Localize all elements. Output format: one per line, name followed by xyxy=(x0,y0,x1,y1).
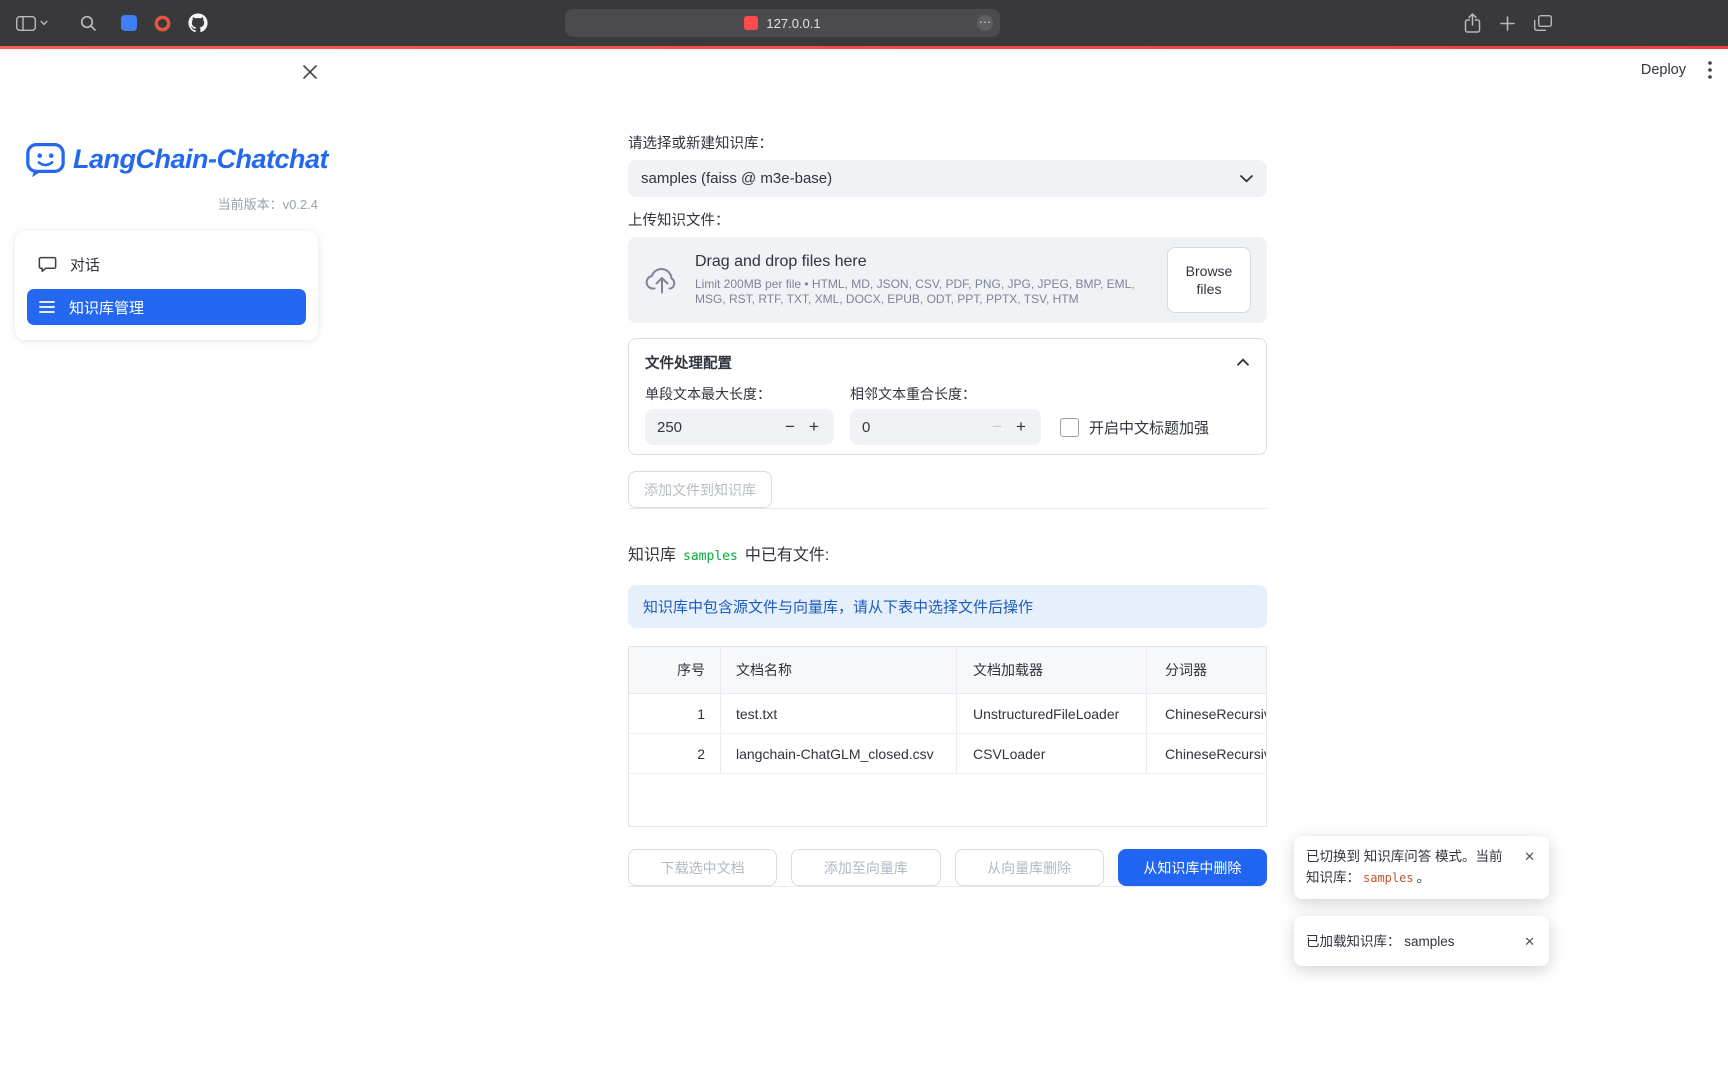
add-to-vector-store-button[interactable]: 添加至向量库 xyxy=(791,849,940,886)
close-sidebar-icon[interactable] xyxy=(300,62,320,82)
checkbox-label: 开启中文标题加强 xyxy=(1089,417,1209,438)
nav-item-dialogue[interactable]: 对话 xyxy=(27,246,306,282)
kb-select[interactable]: samples (faiss @ m3e-base) xyxy=(628,160,1267,197)
logo-text: LangChain-Chatchat xyxy=(73,144,328,175)
new-tab-icon[interactable] xyxy=(1500,16,1515,31)
toast-text: 已加载知识库： samples xyxy=(1306,931,1514,952)
kb-select-value: samples (faiss @ m3e-base) xyxy=(641,170,1239,187)
kb-select-label: 请选择或新建知识库： xyxy=(628,136,1267,153)
chunk-size-input[interactable]: 250 − + xyxy=(645,409,834,445)
table-header-splitter[interactable]: 分词器 xyxy=(1146,647,1266,693)
table-header-loader[interactable]: 文档加载器 xyxy=(956,647,1146,693)
kb-files-table: 序号 文档名称 文档加载器 分词器 1 test.txt Unstructure… xyxy=(628,646,1267,827)
search-icon[interactable] xyxy=(80,15,97,32)
cell-docname: langchain-ChatGLM_closed.csv xyxy=(720,734,956,773)
upload-label: 上传知识文件： xyxy=(628,213,1267,230)
url-text: 127.0.0.1 xyxy=(766,16,820,31)
cloud-upload-icon xyxy=(644,265,680,295)
download-selected-button[interactable]: 下载选中文档 xyxy=(628,849,777,886)
cell-loader: UnstructuredFileLoader xyxy=(956,694,1146,733)
nav-item-label: 知识库管理 xyxy=(69,297,144,318)
add-files-button[interactable]: 添加文件到知识库 xyxy=(628,471,772,508)
toast-text-suffix: 。 xyxy=(1417,870,1431,885)
delete-from-vector-store-button[interactable]: 从向量库删除 xyxy=(955,849,1104,886)
chunk-size-group: 单段文本最大长度： 250 − + xyxy=(645,386,834,445)
tab-overview-icon[interactable] xyxy=(1534,15,1552,31)
address-bar[interactable]: 127.0.0.1 ⋯ xyxy=(565,9,1000,37)
expander-header[interactable]: 文件处理配置 xyxy=(645,352,1250,373)
overlap-size-label: 相邻文本重合长度： xyxy=(850,386,1041,403)
browser-chrome: 127.0.0.1 ⋯ xyxy=(0,0,1728,46)
chunk-size-value[interactable]: 250 xyxy=(657,419,778,436)
knowledge-base-icon xyxy=(38,299,56,315)
toast-close-icon[interactable]: ✕ xyxy=(1522,933,1537,950)
overlap-size-increment[interactable]: + xyxy=(1009,417,1033,437)
delete-from-kb-button[interactable]: 从知识库中删除 xyxy=(1118,849,1267,886)
app-logo: LangChain-Chatchat xyxy=(0,138,333,180)
cell-serial: 2 xyxy=(629,734,720,773)
overlap-size-value[interactable]: 0 xyxy=(862,419,985,436)
info-banner: 知识库中包含源文件与向量库，请从下表中选择文件后操作 xyxy=(628,585,1267,628)
orange-app-icon[interactable] xyxy=(154,15,171,32)
cell-splitter: ChineseRecursiveTextSplitter xyxy=(1146,734,1266,773)
chunk-size-decrement[interactable]: − xyxy=(778,417,802,437)
chevron-down-icon xyxy=(1239,174,1254,183)
nav-item-label: 对话 xyxy=(70,254,100,275)
site-favicon xyxy=(744,16,758,30)
chevron-up-icon xyxy=(1236,358,1250,367)
cell-splitter: ChineseRecursiveTextSplitter xyxy=(1146,694,1266,733)
divider xyxy=(628,508,1267,509)
logo-chat-icon xyxy=(24,138,66,180)
blue-app-icon[interactable] xyxy=(121,15,137,31)
cell-loader: CSVLoader xyxy=(956,734,1146,773)
main-menu-icon[interactable] xyxy=(1708,61,1712,79)
expander-title: 文件处理配置 xyxy=(645,352,1236,373)
heading-kb-name-code: samples xyxy=(683,549,738,564)
toast-text: 已切换到 知识库问答 模式。当前知识库：samples。 xyxy=(1306,846,1514,889)
cell-serial: 1 xyxy=(629,694,720,733)
kb-files-heading: 知识库 samples 中已有文件: xyxy=(628,541,1267,565)
chunk-size-label: 单段文本最大长度： xyxy=(645,386,834,403)
app-toolbar: Deploy xyxy=(1641,52,1728,88)
divider xyxy=(628,886,1267,887)
uploader-title: Drag and drop files here xyxy=(695,253,1152,271)
chat-bubble-icon xyxy=(38,255,57,273)
zh-title-enhance-checkbox[interactable]: 开启中文标题加强 xyxy=(1060,417,1209,438)
toast-kb-loaded: 已加载知识库： samples ✕ xyxy=(1294,916,1549,966)
table-row[interactable]: 2 langchain-ChatGLM_closed.csv CSVLoader… xyxy=(629,734,1266,774)
table-row[interactable]: 1 test.txt UnstructuredFileLoader Chines… xyxy=(629,694,1266,734)
file-config-expander: 文件处理配置 单段文本最大长度： 250 − + 相邻文本重合长度： xyxy=(628,338,1267,455)
overlap-size-input[interactable]: 0 − + xyxy=(850,409,1041,445)
github-icon[interactable] xyxy=(188,13,208,33)
table-header-serial[interactable]: 序号 xyxy=(629,647,720,693)
chunk-size-increment[interactable]: + xyxy=(802,417,826,437)
sidebar: LangChain-Chatchat 当前版本：v0.2.4 对话 知识库管理 xyxy=(0,49,333,1080)
version-text: 当前版本：v0.2.4 xyxy=(0,194,333,213)
browse-files-button[interactable]: Browse files xyxy=(1167,247,1251,313)
nav-card: 对话 知识库管理 xyxy=(15,231,318,340)
table-header-docname[interactable]: 文档名称 xyxy=(720,647,956,693)
heading-suffix: 中已有文件: xyxy=(745,541,829,565)
overlap-size-group: 相邻文本重合长度： 0 − + xyxy=(850,386,1041,445)
toast-kb-name-code: samples xyxy=(1363,871,1414,885)
table-actions: 下载选中文档 添加至向量库 从向量库删除 从知识库中删除 xyxy=(628,849,1267,886)
sidebar-toggle-icon[interactable] xyxy=(16,16,48,31)
overlap-size-decrement[interactable]: − xyxy=(985,417,1009,437)
share-icon[interactable] xyxy=(1464,13,1481,34)
cell-docname: test.txt xyxy=(720,694,956,733)
screen: 127.0.0.1 ⋯ Deploy xyxy=(0,0,1728,1080)
toast-close-icon[interactable]: ✕ xyxy=(1522,848,1537,865)
nav-item-knowledge-base[interactable]: 知识库管理 xyxy=(27,289,306,325)
heading-prefix: 知识库 xyxy=(628,541,676,565)
table-header-row: 序号 文档名称 文档加载器 分词器 xyxy=(629,647,1266,694)
page-more-icon[interactable]: ⋯ xyxy=(977,15,993,31)
checkbox-box[interactable] xyxy=(1060,418,1079,437)
toast-mode-switched: 已切换到 知识库问答 模式。当前知识库：samples。 ✕ xyxy=(1294,836,1549,899)
deploy-button[interactable]: Deploy xyxy=(1641,62,1686,78)
file-uploader-dropzone[interactable]: Drag and drop files here Limit 200MB per… xyxy=(628,237,1267,323)
uploader-limit-text: Limit 200MB per file • HTML, MD, JSON, C… xyxy=(695,277,1152,307)
main-content: 请选择或新建知识库： samples (faiss @ m3e-base) 上传… xyxy=(628,49,1267,887)
